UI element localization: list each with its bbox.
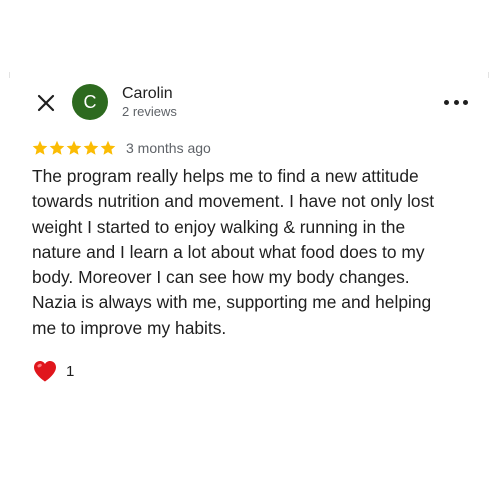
reviewer-name[interactable]: Carolin [122, 85, 173, 103]
review-date: 3 months ago [126, 140, 211, 156]
star-icon [49, 140, 65, 155]
star-icon [66, 140, 82, 155]
heart-icon [34, 361, 56, 382]
review-page: C Carolin 2 reviews 3 months ago The pro… [0, 0, 500, 500]
like-reaction-button[interactable]: 1 [32, 359, 74, 383]
star-icon [83, 140, 99, 155]
reviewer-review-count: 2 reviews [122, 104, 177, 119]
more-horizontal-icon-dot [463, 99, 468, 105]
left-edge-mark [9, 72, 10, 78]
more-horizontal-icon-dot [444, 99, 449, 105]
star-icon [100, 140, 116, 155]
reaction-count: 1 [66, 362, 75, 380]
review-header: C Carolin 2 reviews [32, 82, 472, 126]
avatar-initial: C [83, 92, 97, 112]
star-icon [32, 140, 48, 155]
close-icon [37, 94, 55, 112]
review-meta: 3 months ago [32, 138, 211, 158]
avatar[interactable]: C [72, 84, 108, 120]
more-options-button[interactable] [444, 92, 468, 112]
right-edge-mark [488, 72, 489, 78]
review-text: The program really helps me to find a ne… [32, 166, 435, 338]
close-button[interactable] [36, 93, 56, 113]
more-horizontal-icon-dot [453, 99, 459, 105]
star-rating [32, 140, 117, 156]
